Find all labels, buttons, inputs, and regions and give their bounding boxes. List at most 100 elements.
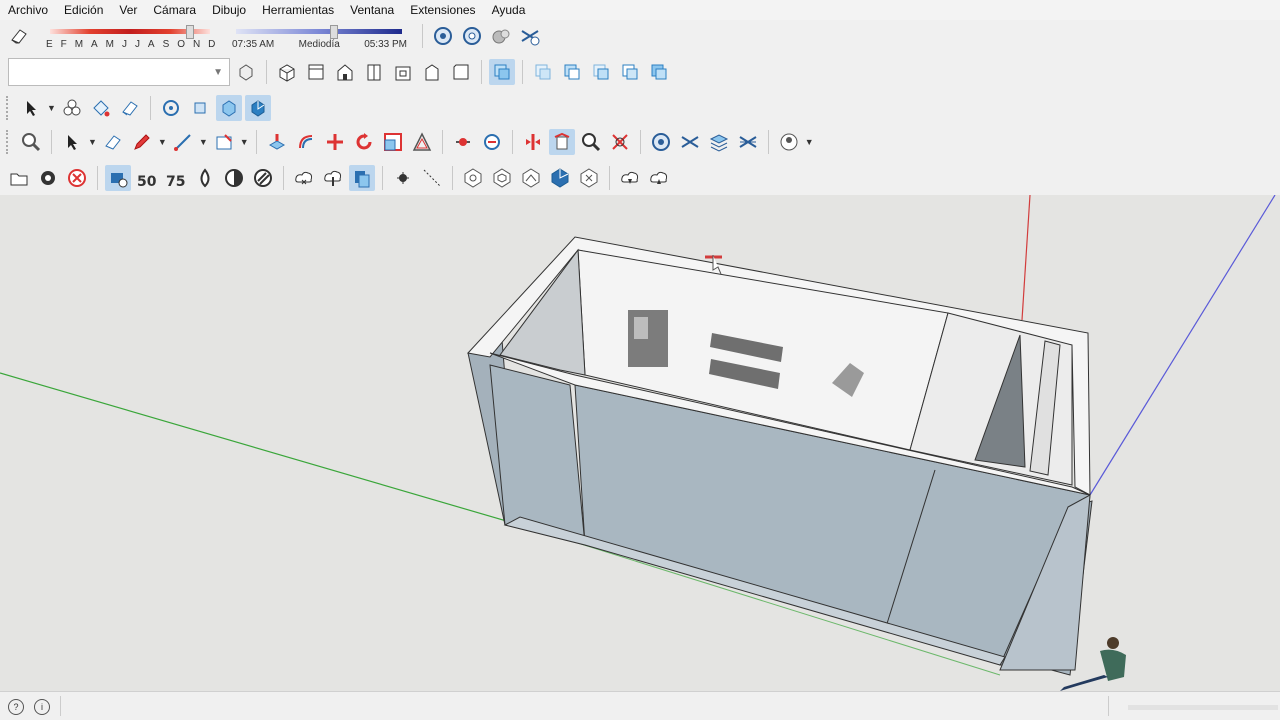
look-around-icon[interactable] — [578, 129, 604, 155]
drop-icon[interactable] — [192, 165, 218, 191]
zoom-icon[interactable] — [18, 129, 44, 155]
zoom-extents-icon[interactable] — [607, 129, 633, 155]
cloud-download-icon[interactable] — [320, 165, 346, 191]
soften-icon[interactable] — [488, 23, 514, 49]
hex-1-icon[interactable] — [460, 165, 486, 191]
hatch-icon[interactable] — [250, 165, 276, 191]
geolocation-icon[interactable]: ? — [8, 699, 24, 715]
orbit-icon[interactable] — [158, 95, 184, 121]
menu-item-5[interactable]: Herramientas — [254, 3, 342, 17]
layers-icon[interactable] — [706, 129, 732, 155]
user-icon[interactable] — [776, 129, 802, 155]
select-icon[interactable] — [18, 95, 44, 121]
eraser-icon[interactable] — [6, 23, 32, 49]
front-view-icon[interactable] — [332, 59, 358, 85]
top-view-icon[interactable] — [303, 59, 329, 85]
section-fill-icon[interactable] — [588, 59, 614, 85]
paint-bucket-icon[interactable] — [88, 95, 114, 121]
menu-item-4[interactable]: Dibujo — [204, 3, 254, 17]
section-display-icon[interactable] — [530, 59, 556, 85]
menu-item-1[interactable]: Edición — [56, 3, 111, 17]
section-plane-2-icon[interactable] — [617, 59, 643, 85]
cloud-x-icon[interactable] — [291, 165, 317, 191]
rotate-icon[interactable] — [351, 129, 377, 155]
month-label: M — [74, 39, 84, 50]
left-wall-face — [489, 364, 586, 546]
hex-5-icon[interactable] — [576, 165, 602, 191]
dash-icon[interactable] — [419, 165, 445, 191]
hex-4-icon[interactable] — [547, 165, 573, 191]
zoom-extents-icon[interactable] — [244, 95, 271, 121]
gear-icon[interactable] — [35, 165, 61, 191]
scale-icon[interactable] — [380, 129, 406, 155]
shadow-settings-icon[interactable] — [430, 23, 456, 49]
left-view-icon[interactable] — [419, 59, 445, 85]
components-icon[interactable] — [59, 95, 85, 121]
cloud-1-icon[interactable] — [617, 165, 643, 191]
50-icon[interactable]: 50 — [134, 165, 160, 191]
layer-combo[interactable]: ▼ — [8, 58, 230, 86]
component-icon[interactable] — [233, 59, 259, 85]
protractor-icon[interactable] — [479, 129, 505, 155]
menu-item-2[interactable]: Ver — [111, 3, 145, 17]
zoom-window-icon[interactable] — [215, 95, 242, 121]
match-photo-icon[interactable] — [517, 23, 543, 49]
hex-2-icon[interactable] — [489, 165, 515, 191]
section-cut-icon[interactable] — [559, 59, 585, 85]
contrast-icon[interactable] — [221, 165, 247, 191]
fog-icon[interactable] — [459, 23, 485, 49]
chevron-down-icon[interactable]: ▼ — [47, 103, 56, 113]
select-icon[interactable] — [59, 129, 85, 155]
svg-text:75: 75 — [166, 174, 185, 189]
75-icon[interactable]: 75 — [163, 165, 189, 191]
menu-item-0[interactable]: Archivo — [0, 3, 56, 17]
chevron-down-icon[interactable]: ▼ — [199, 137, 208, 147]
move-icon[interactable] — [322, 129, 348, 155]
iso-view-icon[interactable] — [274, 59, 300, 85]
time-slider[interactable]: 07:35 AM Mediodía 05:33 PM — [232, 24, 407, 50]
section-icon[interactable] — [520, 129, 546, 155]
chevron-down-icon[interactable]: ▼ — [213, 67, 223, 78]
line-icon[interactable] — [170, 129, 196, 155]
menu-item-3[interactable]: Cámara — [145, 3, 204, 17]
eraser-icon[interactable] — [100, 129, 126, 155]
section-plane-3-icon[interactable] — [646, 59, 672, 85]
chevron-down-icon[interactable]: ▼ — [88, 137, 97, 147]
menu-item-6[interactable]: Ventana — [342, 3, 402, 17]
orbit-icon[interactable] — [648, 129, 674, 155]
tape-icon[interactable] — [450, 129, 476, 155]
chevron-down-icon[interactable]: ▼ — [158, 137, 167, 147]
pan-icon[interactable] — [187, 95, 213, 121]
push-pull-icon[interactable] — [264, 129, 290, 155]
bottom-view-icon[interactable] — [448, 59, 474, 85]
modeling-viewport[interactable] — [0, 194, 1280, 691]
section-plane-icon[interactable] — [489, 59, 515, 85]
chevron-down-icon[interactable]: ▼ — [805, 137, 814, 147]
status-bar: ? i — [0, 691, 1280, 720]
rectangle-icon[interactable] — [211, 129, 237, 155]
cloud-2-icon[interactable] — [646, 165, 672, 191]
folder-icon[interactable] — [6, 165, 32, 191]
eraser-icon[interactable] — [117, 95, 143, 121]
sandbox-icon[interactable] — [105, 165, 131, 191]
offset-icon[interactable] — [409, 129, 435, 155]
walk-icon[interactable] — [548, 129, 575, 155]
dot-icon[interactable] — [390, 165, 416, 191]
chevron-down-icon[interactable]: ▼ — [240, 137, 249, 147]
time-end-label: 05:33 PM — [364, 39, 407, 50]
styles-icon[interactable] — [735, 129, 761, 155]
stack-icon[interactable] — [349, 165, 375, 191]
follow-me-icon[interactable] — [293, 129, 319, 155]
back-view-icon[interactable] — [390, 59, 416, 85]
cancel-icon[interactable] — [64, 165, 90, 191]
right-view-icon[interactable] — [361, 59, 387, 85]
menu-item-7[interactable]: Extensiones — [402, 3, 483, 17]
menu-item-8[interactable]: Ayuda — [484, 3, 534, 17]
month-slider[interactable]: EFMAMJJASOND — [46, 24, 216, 50]
time-mid-label: Mediodía — [298, 39, 340, 50]
pan-icon[interactable] — [677, 129, 703, 155]
time-start-label: 07:35 AM — [232, 39, 275, 50]
hex-3-icon[interactable] — [518, 165, 544, 191]
pencil-icon[interactable] — [129, 129, 155, 155]
credits-icon[interactable]: i — [34, 699, 50, 715]
